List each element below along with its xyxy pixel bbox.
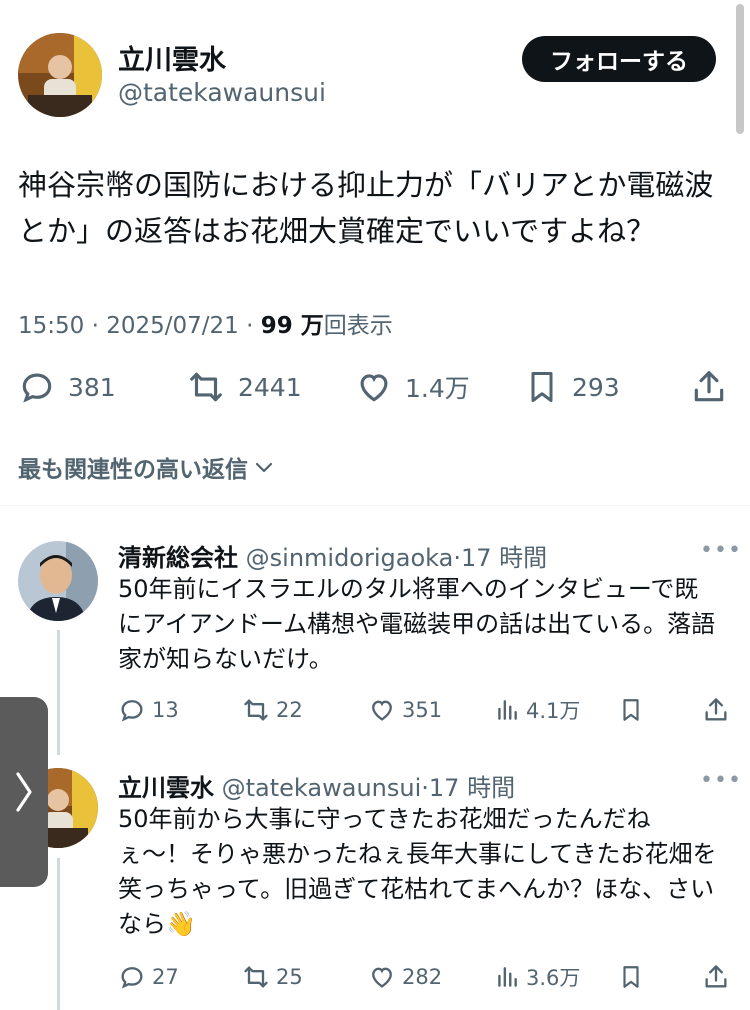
like-button[interactable]: 1.4万 <box>355 364 470 410</box>
sort-label: 最も関連性の高い返信 <box>18 457 248 483</box>
like-count: 351 <box>402 698 443 722</box>
side-panel-toggle[interactable] <box>0 697 48 887</box>
retweet-button[interactable]: 22 <box>242 693 303 727</box>
divider <box>0 505 750 506</box>
reply-icon <box>121 967 143 989</box>
views-icon <box>498 700 517 720</box>
like-count: 1.4万 <box>405 374 470 403</box>
reply-count: 13 <box>152 698 179 722</box>
bookmark-icon <box>623 966 639 988</box>
share-icon <box>705 698 727 721</box>
reply-sort-dropdown[interactable]: 最も関連性の高い返信 <box>18 450 276 484</box>
retweet-button[interactable]: 25 <box>242 960 303 994</box>
bookmark-icon <box>623 699 639 721</box>
reply-count: 381 <box>68 372 116 402</box>
view-count: 99 万 <box>260 313 324 339</box>
tweet-meta: 15:50 · 2025/07/21 · 99 万回表示 <box>18 306 393 340</box>
meta-separator: · <box>453 544 461 572</box>
reply-text: 50年前にイスラエルのタル将軍へのインタビューで既にアイアンドーム構想や電磁装甲… <box>118 575 716 673</box>
share-icon <box>694 371 724 402</box>
share-button[interactable] <box>702 960 730 994</box>
reply-count: 27 <box>152 965 179 989</box>
reply-avatar[interactable] <box>18 541 98 621</box>
like-button[interactable]: 282 <box>368 960 442 994</box>
share-button[interactable] <box>690 364 728 410</box>
reply-time[interactable]: 17 時間 <box>461 544 547 572</box>
views-button[interactable]: 4.1万 <box>494 693 580 727</box>
meta-separator: · <box>246 313 261 339</box>
heart-icon <box>360 374 388 402</box>
heart-icon <box>372 967 392 988</box>
views-button[interactable]: 3.6万 <box>494 960 580 994</box>
bookmark-button[interactable] <box>618 960 644 994</box>
reply-icon <box>121 700 143 722</box>
more-options-icon[interactable]: ••• <box>700 768 742 793</box>
chevron-right-icon <box>16 772 32 812</box>
chevron-down-icon <box>255 462 273 473</box>
reply-button[interactable]: 13 <box>118 693 179 727</box>
reply-header: 清新総会社 @sinmidorigaoka·17 時間 <box>118 538 547 573</box>
share-button[interactable] <box>702 693 730 727</box>
reply-header: 立川雲水 @tatekawaunsui·17 時間 <box>118 768 515 803</box>
author-handle[interactable]: @tatekawaunsui <box>118 78 326 107</box>
reply-text: 50年前から大事に守ってきたお花畑だったんだねぇ〜！そりゃ悪かったねぇ長年大事に… <box>118 805 717 938</box>
bookmark-button[interactable]: 293 <box>524 364 620 410</box>
reply-author-name[interactable]: 立川雲水 <box>118 774 214 802</box>
views-count: 4.1万 <box>526 699 581 723</box>
retweet-count: 2441 <box>238 372 302 402</box>
scrollbar[interactable] <box>736 4 744 134</box>
more-options-icon[interactable]: ••• <box>700 538 742 563</box>
view-label: 回表示 <box>323 313 393 339</box>
like-count: 282 <box>402 965 443 989</box>
tweet-date[interactable]: 2025/07/21 <box>106 313 239 339</box>
reply-author-name[interactable]: 清新総会社 <box>118 544 238 572</box>
retweet-icon <box>190 372 222 402</box>
reply-button[interactable]: 27 <box>118 960 179 994</box>
retweet-count: 22 <box>276 698 303 722</box>
meta-separator: · <box>91 313 107 339</box>
bookmark-icon <box>531 372 553 402</box>
retweet-button[interactable]: 2441 <box>186 364 302 410</box>
meta-separator: · <box>421 774 429 802</box>
bookmark-count: 293 <box>572 372 620 402</box>
share-icon <box>705 965 727 988</box>
thread-line <box>57 858 60 1010</box>
retweet-icon <box>244 699 268 721</box>
reply-time[interactable]: 17 時間 <box>429 774 515 802</box>
reply-author-handle[interactable]: @tatekawaunsui <box>222 774 422 802</box>
retweet-icon <box>244 966 268 988</box>
bookmark-button[interactable] <box>618 693 644 727</box>
reply-button[interactable]: 381 <box>18 364 116 410</box>
reply-icon <box>22 373 52 403</box>
author-name[interactable]: 立川雲水 <box>118 38 226 77</box>
retweet-count: 25 <box>276 965 303 989</box>
author-avatar[interactable] <box>18 33 102 117</box>
heart-icon <box>372 700 392 721</box>
views-icon <box>498 967 517 987</box>
reply-author-handle[interactable]: @sinmidorigaoka <box>246 544 454 572</box>
tweet-time[interactable]: 15:50 <box>18 313 84 339</box>
follow-button[interactable]: フォローする <box>522 36 716 82</box>
thread-line <box>57 630 60 755</box>
tweet-text: 神谷宗幣の国防における抑止力が「バリアとか電磁波とか」の返答はお花畑大賞確定でい… <box>18 168 714 248</box>
views-count: 3.6万 <box>526 966 581 990</box>
like-button[interactable]: 351 <box>368 693 442 727</box>
